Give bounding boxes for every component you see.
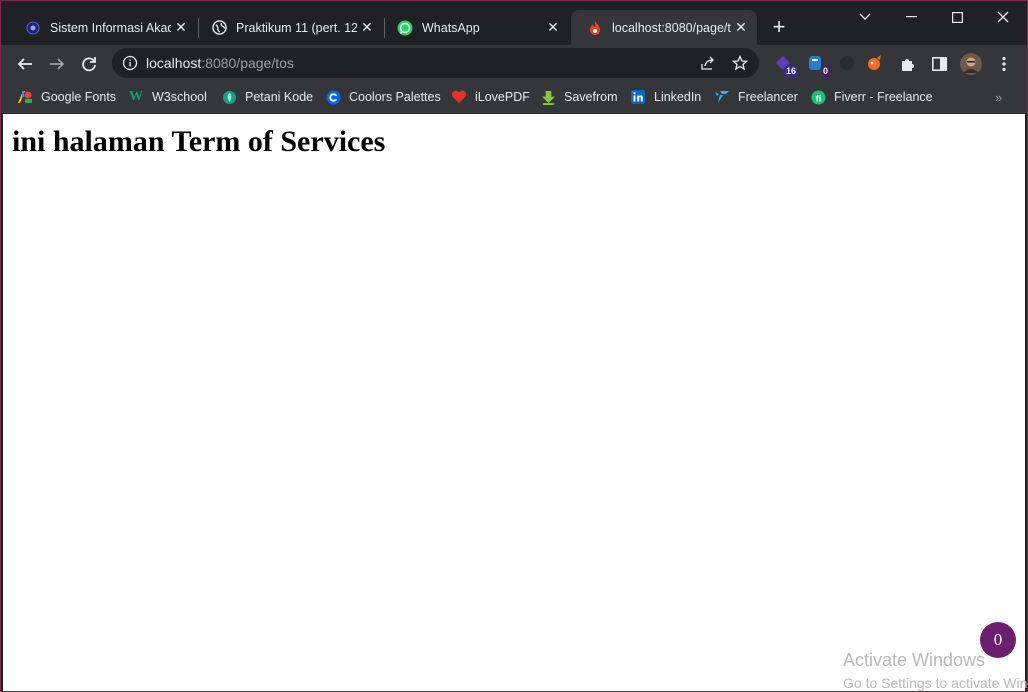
maximize-icon [951, 11, 963, 23]
reload-button[interactable] [75, 50, 103, 78]
bookmark-star-button[interactable] [729, 52, 751, 74]
extension-blue-button[interactable]: 0 [803, 51, 830, 77]
extension-orange-button[interactable] [863, 51, 887, 75]
bookmark-label: Petani Kode [245, 90, 314, 104]
bookmark-label: W3school [152, 90, 207, 104]
extension-badge: 0 [820, 66, 830, 77]
avatar [960, 53, 982, 75]
bookmarks-bar: Google Fonts W W3school Petani Kode Cool… [1, 82, 1027, 113]
maximize-button[interactable] [934, 1, 980, 33]
ilovepdf-icon [451, 89, 467, 105]
share-icon [701, 56, 714, 70]
fiverr-icon: fi [810, 89, 826, 105]
university-logo-icon [25, 20, 41, 36]
extensions-menu-button[interactable] [894, 50, 922, 78]
petani-kode-icon [221, 89, 237, 105]
bookmarks-overflow-button[interactable]: » [995, 90, 1002, 105]
plus-icon: + [772, 14, 786, 39]
bookmark-petani-kode[interactable]: Petani Kode [221, 86, 313, 108]
navigation-toolbar: localhost:8080/page/tos 16 0 [1, 45, 1027, 82]
tab-title: Praktikum 11 (pert. 12) [236, 20, 357, 35]
tab-sistem-informasi[interactable]: Sistem Informasi Akad ✕ [9, 10, 197, 45]
globe-icon [211, 20, 227, 36]
close-icon[interactable]: ✕ [731, 18, 751, 38]
extension-dark-icon [840, 56, 854, 70]
tab-localhost[interactable]: localhost:8080/page/tc ✕ [571, 10, 757, 45]
savefrom-icon [540, 89, 556, 105]
bookmark-label: iLovePDF [475, 90, 530, 104]
address-bar[interactable]: localhost:8080/page/tos [112, 48, 759, 78]
bookmark-coolors[interactable]: Coolors Palettes [325, 86, 441, 108]
browser-window: Sistem Informasi Akad ✕ Praktikum 11 (pe… [0, 0, 1028, 692]
bookmark-w3school[interactable]: W W3school [128, 86, 207, 108]
new-tab-button[interactable]: + [767, 15, 791, 39]
tab-search-button[interactable] [842, 1, 888, 33]
side-panel-icon [931, 57, 947, 71]
bookmark-fiverr[interactable]: fi Fiverr - Freelance [810, 86, 933, 108]
close-icon[interactable]: ✕ [357, 18, 377, 38]
google-fonts-icon [17, 89, 33, 105]
reload-icon [82, 57, 96, 72]
extension-dark-button[interactable] [835, 51, 859, 75]
svg-text:fi: fi [815, 93, 821, 103]
profile-avatar-button[interactable] [957, 50, 985, 78]
bookmark-freelancer[interactable]: Freelancer [714, 86, 798, 108]
tab-whatsapp[interactable]: WhatsApp ✕ [381, 10, 569, 45]
arrow-right-icon [50, 58, 65, 70]
codeigniter-icon [587, 20, 603, 36]
page-viewport: ini halaman Term of Services 0 Activate … [3, 114, 1028, 691]
bookmark-label: Google Fonts [41, 90, 117, 104]
bookmark-label: LinkedIn [654, 90, 702, 104]
tab-title: localhost:8080/page/tc [612, 20, 731, 35]
activate-windows-watermark: Activate Windows [843, 650, 986, 670]
minimize-button[interactable] [888, 1, 934, 33]
browser-menu-button[interactable] [990, 50, 1018, 78]
star-icon [732, 55, 748, 71]
linkedin-icon [630, 89, 646, 105]
activate-windows-hint: Go to Settings to activate Windows. [843, 675, 1028, 691]
extension-badge: 16 [783, 66, 798, 77]
bookmark-label: Coolors Palettes [349, 90, 441, 104]
bookmark-ilovepdf[interactable]: iLovePDF [451, 86, 530, 108]
bookmark-savefrom[interactable]: Savefrom [540, 86, 618, 108]
bookmark-label: Freelancer [738, 90, 798, 104]
tab-praktikum[interactable]: Praktikum 11 (pert. 12) ✕ [195, 10, 383, 45]
bookmark-label: Fiverr - Freelance [834, 90, 933, 104]
coolors-icon [325, 89, 341, 105]
url-text: localhost:8080/page/tos [146, 55, 294, 71]
bookmark-google-fonts[interactable]: Google Fonts [17, 86, 116, 108]
floating-counter-button[interactable]: 0 [980, 622, 1016, 658]
forward-button[interactable] [43, 50, 71, 78]
extension-purple-button[interactable]: 16 [771, 51, 798, 77]
arrow-left-icon [17, 58, 32, 70]
close-icon[interactable]: ✕ [171, 18, 191, 38]
minimize-icon [905, 16, 917, 18]
tab-title: Sistem Informasi Akad [50, 20, 171, 35]
back-button[interactable] [11, 50, 39, 78]
close-icon [997, 11, 1009, 23]
share-button[interactable] [697, 52, 719, 74]
url-host: localhost [146, 55, 202, 71]
freelancer-icon [714, 89, 730, 105]
info-icon[interactable] [122, 55, 138, 71]
kebab-menu-icon [1002, 56, 1006, 72]
w3schools-icon: W [129, 89, 143, 104]
page-title: ini halaman Term of Services [12, 125, 386, 158]
close-icon[interactable]: ✕ [543, 18, 563, 38]
tab-title: WhatsApp [422, 20, 480, 35]
extension-orange-icon [868, 55, 881, 70]
whatsapp-icon [397, 20, 413, 36]
tab-strip: Sistem Informasi Akad ✕ Praktikum 11 (pe… [1, 1, 1027, 45]
bookmark-label: Savefrom [564, 90, 618, 104]
bookmark-linkedin[interactable]: LinkedIn [630, 86, 701, 108]
puzzle-icon [902, 59, 914, 71]
url-path: :8080/page/tos [201, 55, 294, 71]
side-panel-button[interactable] [925, 50, 953, 78]
chevron-down-icon [859, 13, 871, 20]
window-close-button[interactable] [980, 1, 1026, 33]
